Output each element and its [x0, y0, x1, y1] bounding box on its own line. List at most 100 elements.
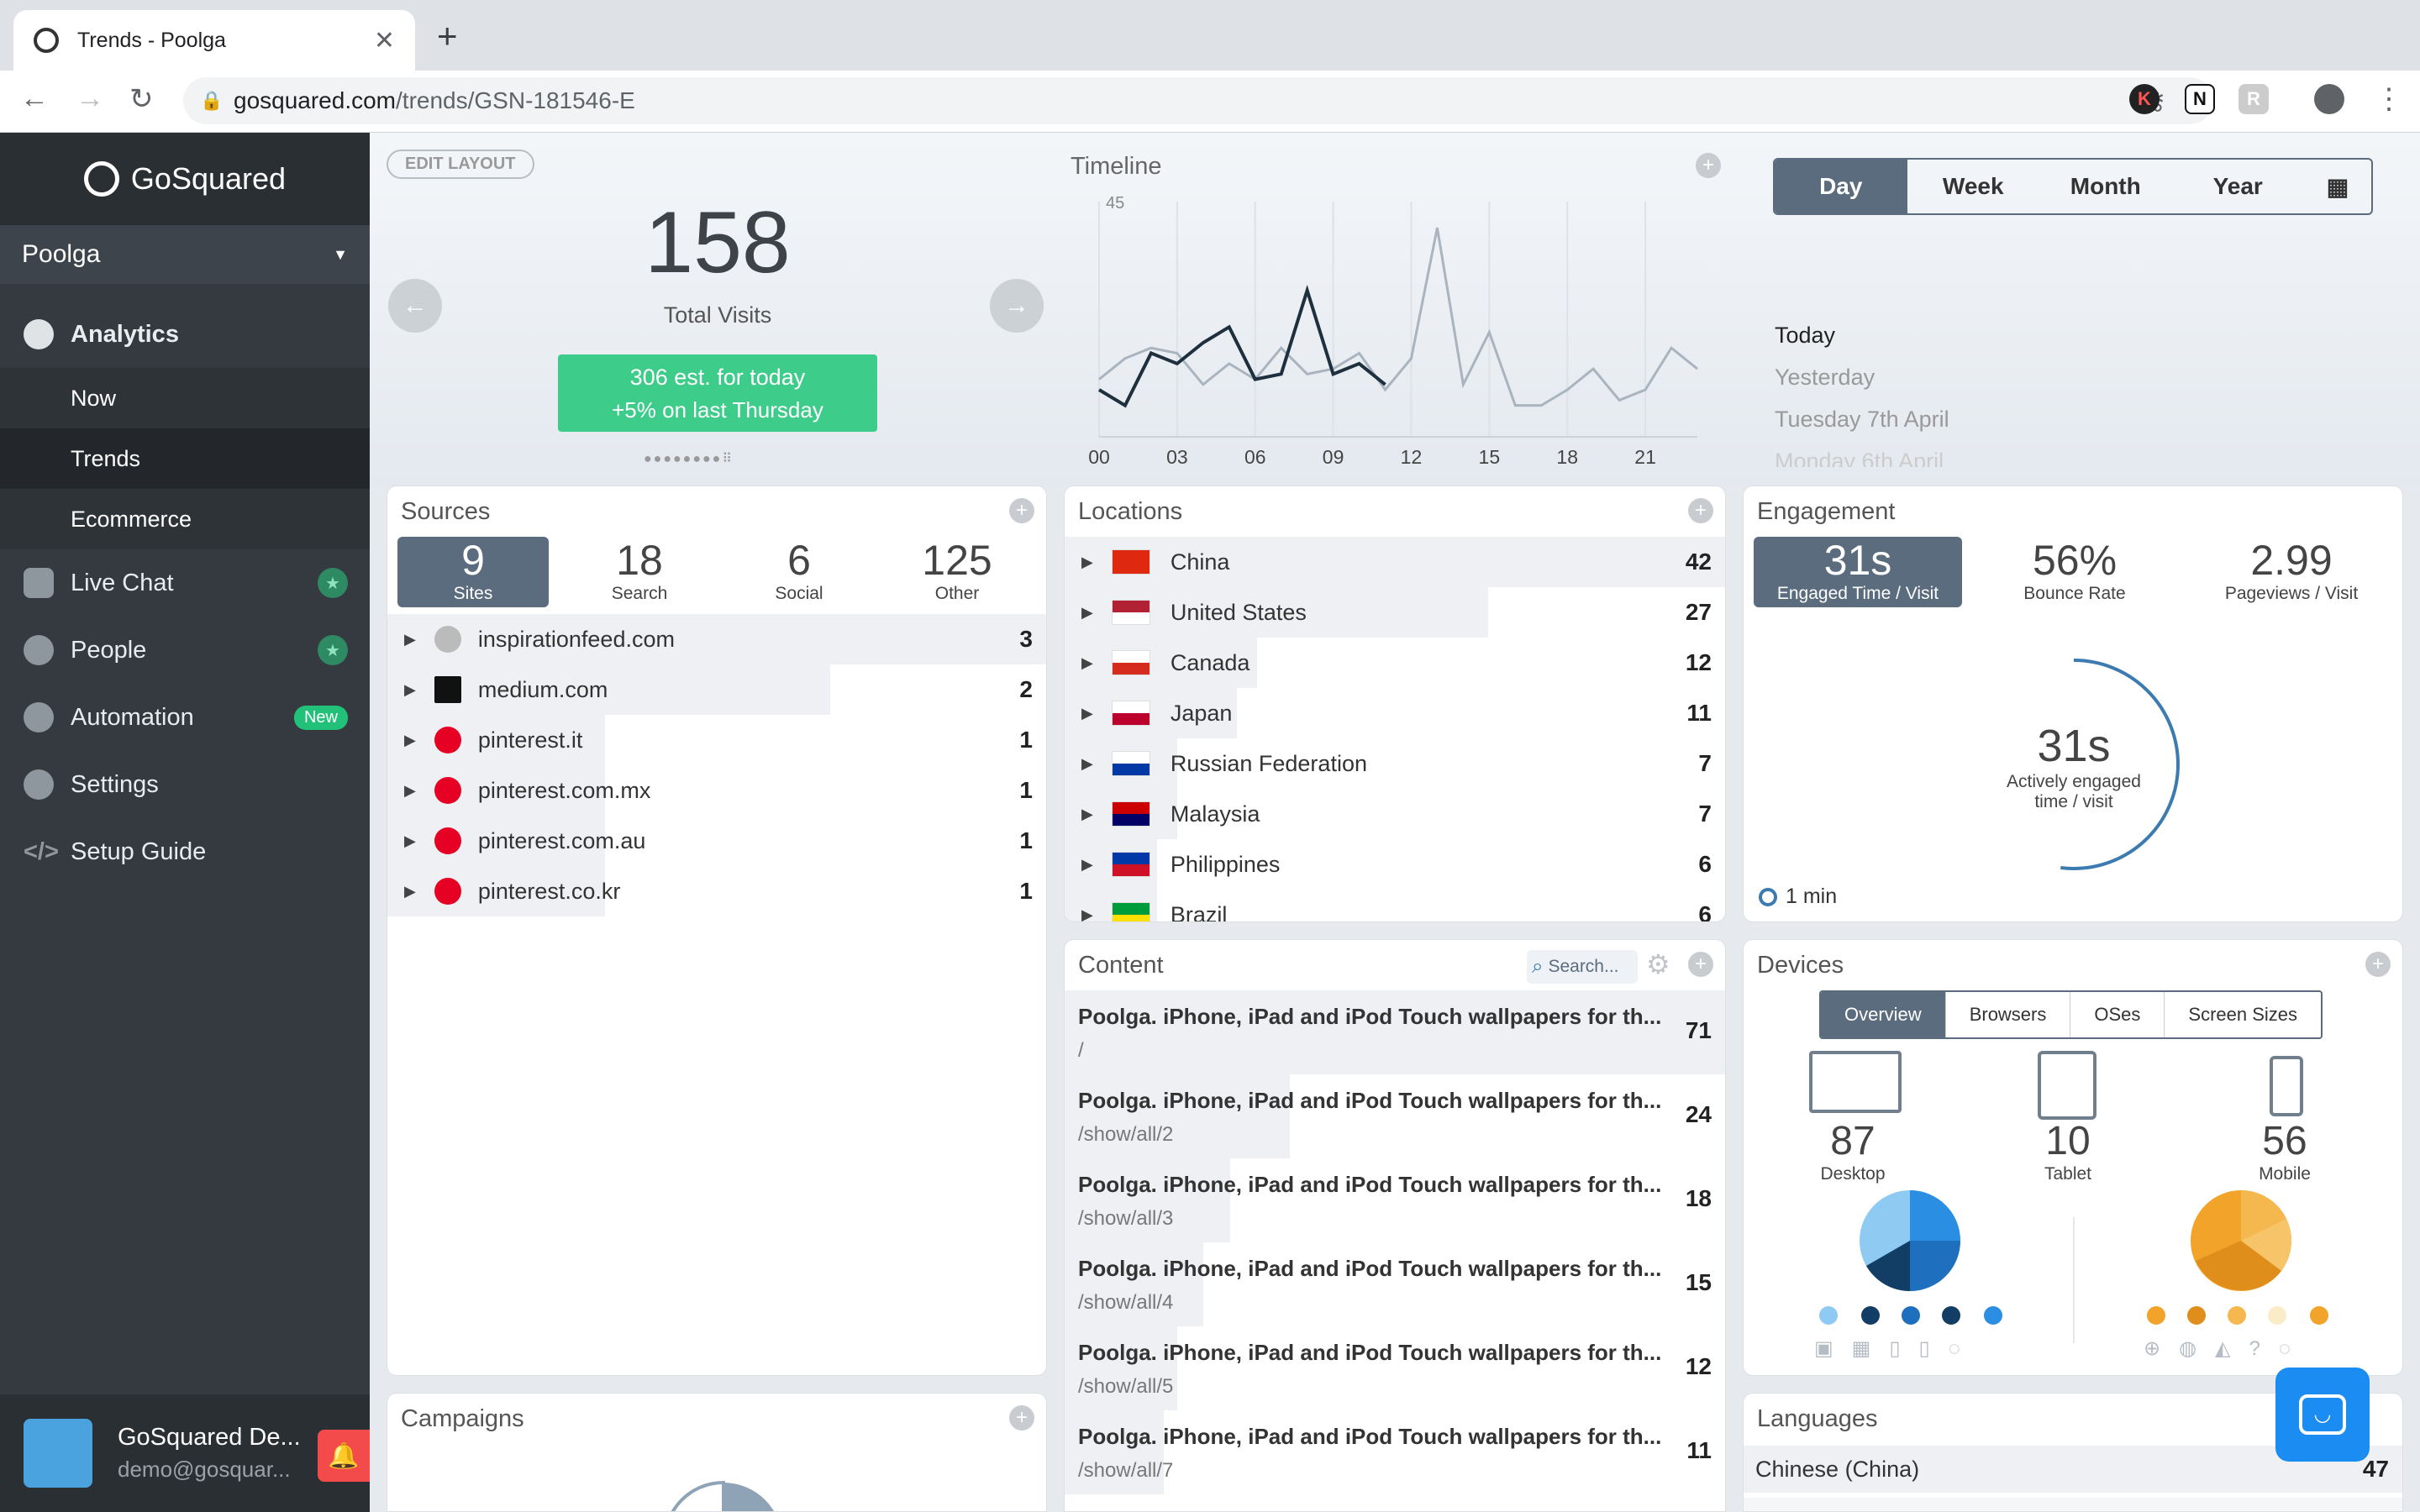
url-field[interactable]: 🔒 gosquared.com/trends/GSN-181546-E ⚷ ☆: [183, 77, 2213, 124]
date-tuesday[interactable]: Tuesday 7th April: [1775, 407, 2195, 449]
tab-oses[interactable]: OSes: [2070, 992, 2164, 1037]
expand-arrow-icon[interactable]: ▶: [404, 631, 416, 648]
list-item[interactable]: ▶ Canada 12: [1065, 638, 1725, 688]
expand-arrow-icon[interactable]: ▶: [404, 681, 416, 699]
list-item[interactable]: ▶ pinterest.it 1: [387, 715, 1046, 765]
sources-title: Sources: [401, 498, 491, 525]
list-item[interactable]: ▶ Brazil 6: [1065, 890, 1725, 922]
table-row[interactable]: Poolga. iPhone, iPad and iPod Touch wall…: [1065, 990, 1725, 1074]
date-yesterday[interactable]: Yesterday: [1775, 365, 2195, 407]
ring-value: 31s: [2037, 721, 2111, 771]
engagement-time[interactable]: 31s Engaged Time / Visit: [1754, 537, 1962, 607]
expand-arrow-icon[interactable]: ▶: [404, 832, 416, 850]
brand-logo[interactable]: GoSquared: [0, 133, 370, 225]
extension-r-icon[interactable]: R: [2238, 84, 2269, 114]
back-icon[interactable]: ←: [20, 82, 49, 115]
expand-arrow-icon[interactable]: ▶: [404, 782, 416, 800]
estimate-line2: +5% on last Thursday: [612, 397, 823, 423]
add-widget-icon[interactable]: +: [1688, 952, 1713, 977]
expand-arrow-icon[interactable]: ▶: [1081, 554, 1093, 571]
browser-tab[interactable]: Trends - Poolga ✕: [13, 10, 415, 71]
edit-layout-button[interactable]: EDIT LAYOUT: [387, 150, 534, 179]
list-item[interactable]: ▶ pinterest.com.au 1: [387, 816, 1046, 866]
list-item[interactable]: ▶ Japan 11: [1065, 688, 1725, 738]
extension-k-icon[interactable]: K: [2129, 84, 2160, 114]
sources-search[interactable]: 18 Search: [564, 537, 715, 607]
date-today[interactable]: Today: [1775, 323, 2195, 365]
add-widget-icon[interactable]: +: [2365, 952, 2391, 977]
extension-notion-icon[interactable]: N: [2185, 84, 2215, 114]
next-arrow-icon[interactable]: →: [990, 279, 1044, 333]
list-item[interactable]: ▶ United States 27: [1065, 587, 1725, 638]
tab-screen-sizes[interactable]: Screen Sizes: [2164, 992, 2321, 1037]
add-widget-icon[interactable]: +: [1009, 1405, 1034, 1431]
expand-arrow-icon[interactable]: ▶: [404, 732, 416, 749]
notifications-bell-icon[interactable]: 🔔: [318, 1430, 370, 1482]
expand-arrow-icon[interactable]: ▶: [1081, 806, 1093, 823]
calendar-icon[interactable]: ▦: [2304, 160, 2371, 213]
row-count: 27: [1685, 599, 1712, 625]
tab-overview[interactable]: Overview: [1821, 992, 1945, 1037]
tab-browsers[interactable]: Browsers: [1944, 992, 2070, 1037]
profile-icon[interactable]: [2314, 84, 2344, 114]
sidebar-item-people[interactable]: People ★: [0, 617, 370, 684]
sidebar-item-trends[interactable]: Trends: [0, 428, 370, 489]
sources-other[interactable]: 125 Other: [881, 537, 1033, 607]
expand-arrow-icon[interactable]: ▶: [1081, 856, 1093, 874]
expand-arrow-icon[interactable]: ▶: [1081, 755, 1093, 773]
pagination-dots[interactable]: ●●●●●●●●⠿: [644, 450, 734, 467]
table-row[interactable]: Poolga. iPhone, iPad and iPod Touch wall…: [1065, 1326, 1725, 1410]
sidebar-item-settings[interactable]: Settings: [0, 751, 370, 818]
range-month[interactable]: Month: [2039, 160, 2172, 213]
table-row[interactable]: Poolga. iPhone, iPad and iPod Touch wall…: [1065, 1158, 1725, 1242]
sidebar-item-automation[interactable]: Automation New: [0, 684, 370, 751]
gear-icon[interactable]: ⚙: [1646, 951, 1670, 978]
add-widget-icon[interactable]: +: [1009, 498, 1034, 523]
range-year[interactable]: Year: [2172, 160, 2305, 213]
date-monday[interactable]: Monday 6th April: [1775, 449, 2195, 467]
add-widget-icon[interactable]: +: [1696, 153, 1721, 178]
sources-sites[interactable]: 9 Sites: [397, 537, 549, 607]
prev-arrow-icon[interactable]: ←: [388, 279, 442, 333]
list-item[interactable]: ▶ pinterest.com.mx 1: [387, 765, 1046, 816]
table-row[interactable]: Poolga. iPhone, iPad and iPod Touch wall…: [1065, 1242, 1725, 1326]
content-search[interactable]: ⌕ Search...: [1527, 950, 1638, 984]
page-title: Poolga. iPhone, iPad and iPod Touch wall…: [1078, 1088, 1662, 1113]
reload-icon[interactable]: ↻: [129, 82, 154, 116]
table-row[interactable]: Poolga. iPhone, iPad and iPod Touch wall…: [1065, 1074, 1725, 1158]
sidebar-item-live-chat[interactable]: Live Chat ★: [0, 549, 370, 617]
table-row[interactable]: Poolga. iPhone, iPad and iPod Touch wall…: [1065, 1410, 1725, 1494]
engagement-pageviews[interactable]: 2.99 Pageviews / Visit: [2187, 537, 2396, 607]
user-account[interactable]: GoSquared De... demo@gosquar...: [0, 1394, 370, 1512]
list-item[interactable]: ▶ pinterest.co.kr 1: [387, 866, 1046, 916]
list-item[interactable]: ▶ inspirationfeed.com 3: [387, 614, 1046, 664]
expand-arrow-icon[interactable]: ▶: [1081, 604, 1093, 622]
project-selector[interactable]: Poolga ▼: [0, 225, 370, 284]
new-tab-icon[interactable]: +: [437, 18, 458, 54]
browser-menu-icon[interactable]: ⋮: [2375, 82, 2403, 116]
sidebar-item-setup-guide[interactable]: </> Setup Guide: [0, 818, 370, 885]
list-item[interactable]: ▶ China 42: [1065, 537, 1725, 587]
chat-launcher-button[interactable]: ◡: [2275, 1368, 2370, 1462]
expand-arrow-icon[interactable]: ▶: [1081, 705, 1093, 722]
range-day[interactable]: Day: [1775, 160, 1907, 213]
list-item[interactable]: ▶ Malaysia 7: [1065, 789, 1725, 839]
range-week[interactable]: Week: [1907, 160, 2040, 213]
expand-arrow-icon[interactable]: ▶: [1081, 906, 1093, 922]
sidebar-item-analytics[interactable]: Analytics: [0, 301, 370, 368]
sources-social[interactable]: 6 Social: [723, 537, 875, 607]
expand-arrow-icon[interactable]: ▶: [1081, 654, 1093, 672]
sidebar-item-ecommerce[interactable]: Ecommerce: [0, 489, 370, 549]
close-tab-icon[interactable]: ✕: [374, 26, 395, 55]
expand-arrow-icon[interactable]: ▶: [404, 883, 416, 900]
engagement-bounce[interactable]: 56% Bounce Rate: [1970, 537, 2179, 607]
list-item[interactable]: ▶ Philippines 6: [1065, 839, 1725, 890]
add-widget-icon[interactable]: +: [1688, 498, 1713, 523]
list-item[interactable]: ▶ Russian Federation 7: [1065, 738, 1725, 789]
sidebar-item-now[interactable]: Now: [0, 368, 370, 428]
list-item[interactable]: [1744, 1498, 2402, 1511]
list-item[interactable]: ▶ medium.com 2: [387, 664, 1046, 715]
forward-icon[interactable]: →: [76, 82, 104, 115]
sidebar-item-label: Live Chat: [71, 569, 174, 596]
timeline-title: Timeline: [1071, 153, 1162, 180]
